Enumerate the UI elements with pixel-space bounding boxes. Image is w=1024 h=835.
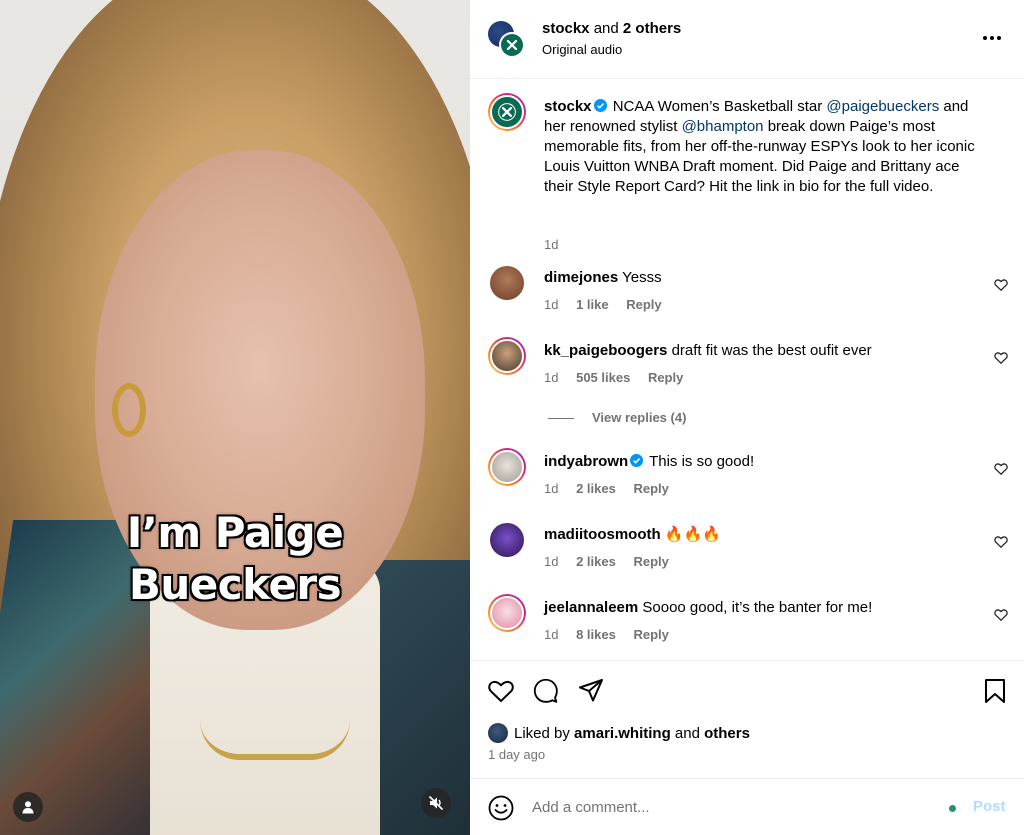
reply-button[interactable]: Reply (633, 627, 668, 642)
video-caption-line2: Bueckers (128, 560, 342, 609)
liked-others-link[interactable]: others (704, 725, 750, 742)
like-button[interactable] (487, 677, 515, 705)
more-options-button[interactable] (980, 28, 1004, 48)
comment-username-link[interactable]: kk_paigeboogers (544, 342, 667, 359)
comment-meta: 1d 8 likes Reply (544, 627, 683, 642)
emoji-icon[interactable] (488, 795, 514, 821)
liked-prefix: Liked by (514, 724, 570, 742)
stockx-logo-icon (506, 39, 518, 51)
video-frame-necklace (200, 720, 350, 760)
comment-meta: 1d 2 likes Reply (544, 481, 683, 496)
and-text: and (593, 20, 619, 37)
like-heart-icon[interactable] (994, 608, 1008, 622)
like-heart-icon[interactable] (994, 535, 1008, 549)
comment-likes-link[interactable]: 8 likes (576, 627, 616, 642)
save-button[interactable] (981, 677, 1009, 705)
verified-badge-icon (630, 454, 644, 467)
comment-username-link[interactable]: madiitoosmooth (544, 526, 661, 543)
comment-time: 1d (544, 370, 559, 385)
like-heart-icon[interactable] (994, 351, 1008, 365)
replies-divider (548, 418, 574, 420)
original-audio-link[interactable]: Original audio (542, 42, 622, 57)
comment-text: dimejones Yesss (544, 268, 984, 288)
comment-message: Soooo good, it’s the banter for me! (642, 599, 873, 616)
comment-input[interactable] (532, 793, 932, 821)
author-username-link[interactable]: stockx (542, 20, 590, 37)
comment-username-link[interactable]: jeelannaleem (544, 599, 638, 616)
avatar[interactable] (488, 448, 526, 486)
status-dot (949, 805, 956, 812)
comment-text: madiitoosmooth 🔥🔥🔥 (544, 525, 984, 545)
caption-time: 1d (544, 237, 559, 252)
speaker-muted-icon (428, 795, 444, 811)
video-frame-earring (112, 383, 146, 437)
reply-button[interactable]: Reply (626, 297, 661, 312)
avatar[interactable] (488, 723, 508, 743)
more-horizontal-icon (983, 36, 1001, 40)
mute-toggle-button[interactable] (421, 788, 451, 818)
tagged-users-button[interactable] (13, 792, 43, 822)
stockx-logo-icon (498, 103, 516, 121)
comment-message: 🔥🔥🔥 (664, 526, 721, 543)
comment-button[interactable] (532, 677, 560, 705)
comment-likes-link[interactable]: 2 likes (576, 554, 616, 569)
post-author-line: stockx and 2 others (542, 20, 681, 37)
avatar[interactable] (488, 93, 526, 131)
comment-composer: Post (470, 778, 1024, 835)
comment-time: 1d (544, 627, 559, 642)
avatar[interactable] (488, 337, 526, 375)
caption-text: stockx NCAA Women’s Basketball star @pai… (544, 97, 984, 197)
comment-message: Yesss (622, 269, 662, 286)
caption-username-link[interactable]: stockx (544, 98, 592, 115)
like-heart-icon[interactable] (994, 462, 1008, 476)
view-replies-label: View replies (4) (592, 410, 687, 425)
comment-time: 1d (544, 554, 559, 569)
reply-button[interactable]: Reply (633, 481, 668, 496)
comment-text: indyabrown This is so good! (544, 452, 984, 472)
comment-time: 1d (544, 481, 559, 496)
post-comment-button[interactable]: Post (973, 798, 1006, 815)
collab-avatars[interactable] (488, 21, 526, 59)
video-caption: I’m Paige Bueckers (0, 507, 470, 611)
avatar (499, 32, 525, 58)
comment-text: kk_paigeboogers draft fit was the best o… (544, 341, 984, 361)
caption-meta: 1d (544, 237, 572, 252)
video-caption-line1: I’m Paige (126, 508, 344, 557)
reply-button[interactable]: Reply (633, 554, 668, 569)
post-header: stockx and 2 others Original audio (470, 0, 1024, 79)
comment-likes-link[interactable]: 1 like (576, 297, 609, 312)
comment-username-link[interactable]: dimejones (544, 269, 618, 286)
person-icon (22, 801, 34, 814)
reply-button[interactable]: Reply (648, 370, 683, 385)
comment-message: draft fit was the best oufit ever (671, 342, 872, 359)
post-time[interactable]: 1 day ago (488, 747, 545, 762)
avatar[interactable] (488, 521, 526, 559)
mention-link[interactable]: @bhampton (682, 118, 764, 135)
liked-by: Liked by amari.whiting and others (488, 723, 750, 743)
like-heart-icon[interactable] (994, 278, 1008, 292)
caption-text-part: NCAA Women’s Basketball star (608, 98, 827, 115)
reel-video[interactable]: I’m Paige Bueckers (0, 0, 470, 835)
view-replies-button[interactable]: View replies (4) (548, 410, 686, 425)
avatar[interactable] (488, 264, 526, 302)
liked-and: and (674, 724, 700, 742)
post-details-panel: stockx and 2 others Original audio stock… (470, 0, 1024, 835)
comment-text: jeelannaleem Soooo good, it’s the banter… (544, 598, 984, 618)
comment-message: This is so good! (649, 453, 755, 470)
liked-user-link[interactable]: amari.whiting (574, 725, 671, 742)
comment-meta: 1d 1 like Reply (544, 297, 676, 312)
comment-likes-link[interactable]: 505 likes (576, 370, 630, 385)
comment-likes-link[interactable]: 2 likes (576, 481, 616, 496)
comments-list[interactable]: stockx NCAA Women’s Basketball star @pai… (470, 80, 1024, 660)
comment-time: 1d (544, 297, 559, 312)
comment-username-link[interactable]: indyabrown (544, 453, 628, 470)
verified-badge-icon (593, 99, 607, 112)
comment-meta: 1d 505 likes Reply (544, 370, 697, 385)
comment-meta: 1d 2 likes Reply (544, 554, 683, 569)
share-button[interactable] (577, 677, 605, 705)
avatar[interactable] (488, 594, 526, 632)
post-actions: Liked by amari.whiting and others 1 day … (470, 660, 1024, 778)
mention-link[interactable]: @paigebueckers (826, 98, 939, 115)
collaborators-link[interactable]: 2 others (623, 20, 681, 37)
